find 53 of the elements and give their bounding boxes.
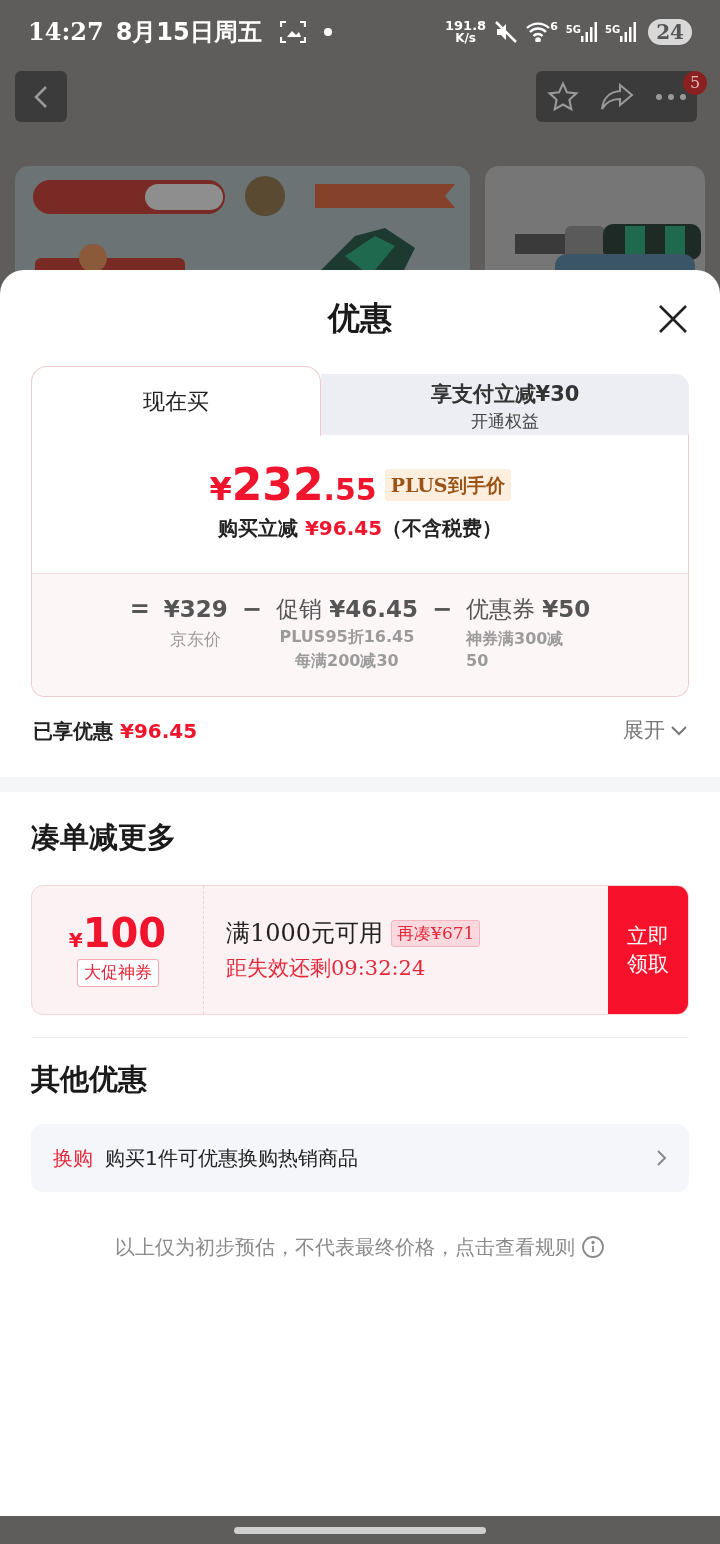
info-icon[interactable] — [581, 1234, 605, 1259]
wifi-icon — [526, 22, 551, 42]
tab[interactable]: 享支付立减¥30 开通权益 — [321, 374, 689, 436]
signal-icon — [581, 22, 597, 42]
disclaimer-text: 以上仅为初步预估，不代表最终价格，点击查看规则 — [115, 1233, 575, 1261]
network-type: 5G — [605, 23, 621, 37]
chevron-right-icon — [657, 1149, 667, 1166]
network-speed: 191.8 — [445, 19, 487, 32]
mute-icon — [494, 20, 519, 44]
back-button[interactable] — [15, 71, 67, 122]
countdown-text: 距失效还剩09:32:24 — [226, 955, 427, 983]
sheet-title: 优惠 — [328, 298, 392, 339]
offer-text: 购买1件可优惠换购热销商品 — [105, 1144, 358, 1172]
note-text: PLUS95折16.45 — [279, 626, 415, 648]
coupon-amount: ¥100 — [68, 913, 167, 954]
claim-button[interactable]: 立即领取 — [608, 886, 688, 1014]
operator-sign: − — [241, 594, 262, 625]
section-title: 凑单减更多 — [31, 818, 177, 856]
more-icon[interactable] — [654, 92, 687, 101]
share-icon[interactable] — [599, 82, 634, 111]
offer-tag: 换购 — [53, 1142, 93, 1173]
note-text: 每满200减30 — [295, 650, 399, 672]
status-date: 8月15日周五 — [115, 17, 262, 48]
section-title: 其他优惠 — [31, 1061, 148, 1098]
amount-label: 促销 ¥46.45 — [275, 595, 418, 624]
chevron-down-icon — [671, 725, 687, 736]
battery-indicator: 24 — [648, 19, 692, 45]
saving-text: 购买立减 ¥96.45（不含税费） — [217, 515, 503, 542]
star-icon[interactable] — [546, 80, 579, 113]
amount-label: 优惠券 ¥50 — [466, 595, 591, 624]
final-price: ¥232.55 — [209, 463, 377, 507]
amount-label: ¥329 — [163, 595, 228, 624]
price-tag: PLUS到手价 — [384, 468, 511, 502]
signal-icon — [620, 22, 637, 42]
coupon-type: 大促神券 — [76, 959, 159, 987]
back-icon — [34, 84, 48, 109]
network-type: 5G — [565, 23, 581, 37]
saved-amount: 已享优惠 ¥96.45 — [33, 717, 198, 745]
status-time: 14:27 — [28, 16, 104, 48]
speed-unit: K/s — [455, 32, 476, 45]
operator-sign: = — [129, 594, 150, 625]
expand-button[interactable]: 展开 — [623, 715, 687, 747]
gap-badge: 再凑¥671 — [391, 919, 481, 947]
screenshot-icon — [279, 21, 306, 43]
close-icon[interactable] — [658, 304, 688, 334]
note-text: 京东价 — [170, 628, 222, 650]
tab[interactable]: 现在买 — [31, 366, 321, 436]
coupon-condition: 满1000元可用 — [226, 918, 384, 950]
home-indicator[interactable] — [234, 1526, 486, 1534]
note-text: 神券满300减50 — [466, 628, 565, 672]
wifi-label: 6 — [550, 18, 558, 35]
offer-row[interactable]: 换购 购买1件可优惠换购热销商品 — [31, 1123, 689, 1192]
operator-sign: − — [431, 594, 453, 625]
